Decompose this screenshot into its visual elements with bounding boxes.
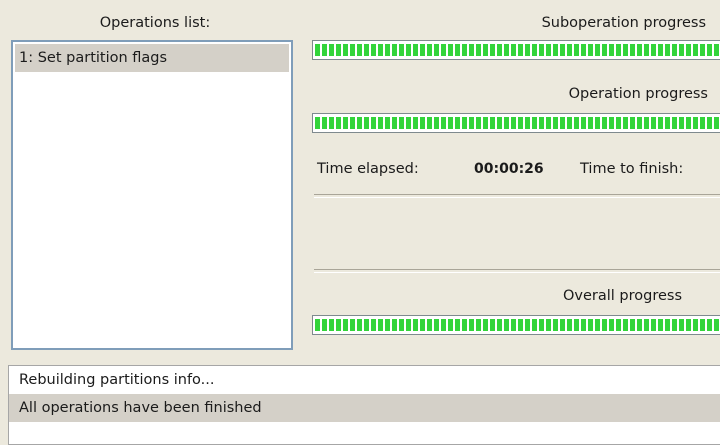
operation-progress-title: Operation progress bbox=[568, 86, 708, 102]
time-to-finish-label: Time to finish: bbox=[580, 161, 684, 177]
time-elapsed-label: Time elapsed: bbox=[317, 161, 419, 177]
overall-progress-title: Overall progress bbox=[562, 288, 682, 304]
operation-progress-fill bbox=[315, 117, 720, 129]
time-elapsed-value: 00:00:26 bbox=[474, 161, 544, 177]
suboperation-progress-fill bbox=[315, 44, 720, 56]
operations-list[interactable]: 1: Set partition flags bbox=[11, 40, 293, 350]
operation-progress-bar bbox=[312, 113, 720, 133]
log-line[interactable]: Rebuilding partitions info... bbox=[9, 366, 720, 394]
overall-progress-fill bbox=[315, 319, 720, 331]
log-line[interactable]: All operations have been finished bbox=[9, 394, 720, 422]
suboperation-progress-title: Suboperation progress bbox=[541, 15, 706, 31]
suboperation-progress-bar bbox=[312, 40, 720, 60]
separator bbox=[314, 194, 720, 198]
operation-item[interactable]: 1: Set partition flags bbox=[15, 44, 289, 72]
separator bbox=[314, 269, 720, 273]
log-list[interactable]: Rebuilding partitions info... All operat… bbox=[8, 365, 720, 445]
overall-progress-bar bbox=[312, 315, 720, 335]
operations-list-title: Operations list: bbox=[99, 15, 211, 31]
